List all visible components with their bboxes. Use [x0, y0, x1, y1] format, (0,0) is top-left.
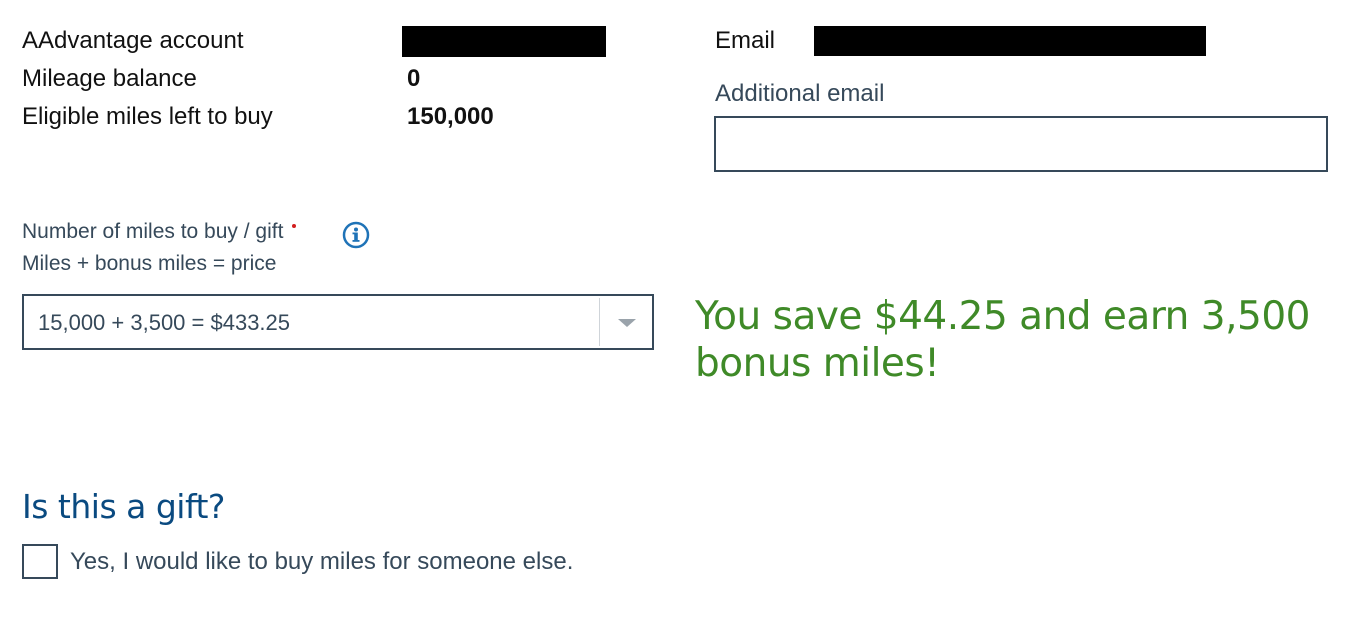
miles-formula-label: Miles + bonus miles = price [22, 252, 277, 275]
mileage-balance-label: Mileage balance [22, 65, 197, 92]
miles-select[interactable]: 15,000 + 3,500 = $433.25 [22, 294, 654, 350]
required-indicator [292, 224, 297, 229]
gift-checkbox-label[interactable]: Yes, I would like to buy miles for someo… [70, 548, 573, 576]
account-number-label: AAdvantage account [22, 27, 244, 54]
eligible-miles-label: Eligible miles left to buy [22, 103, 273, 130]
info-icon[interactable] [342, 221, 370, 249]
gift-checkbox[interactable] [22, 544, 58, 579]
eligible-miles-value: 150,000 [407, 103, 494, 130]
email-value-redacted [814, 26, 1206, 56]
miles-to-buy-label-text: Number of miles to buy / gift [22, 220, 284, 243]
select-divider [599, 298, 600, 346]
savings-message: You save $44.25 and earn 3,500 bonus mil… [695, 294, 1310, 386]
miles-to-buy-label: Number of miles to buy / gift [22, 219, 297, 245]
additional-email-label: Additional email [715, 80, 885, 107]
chevron-down-icon[interactable] [618, 319, 636, 327]
email-label: Email [715, 27, 776, 54]
gift-heading: Is this a gift? [22, 487, 225, 526]
account-number-redacted [402, 26, 606, 57]
miles-select-value: 15,000 + 3,500 = $433.25 [38, 310, 291, 335]
mileage-balance-value: 0 [407, 65, 421, 92]
additional-email-input[interactable] [714, 116, 1328, 172]
